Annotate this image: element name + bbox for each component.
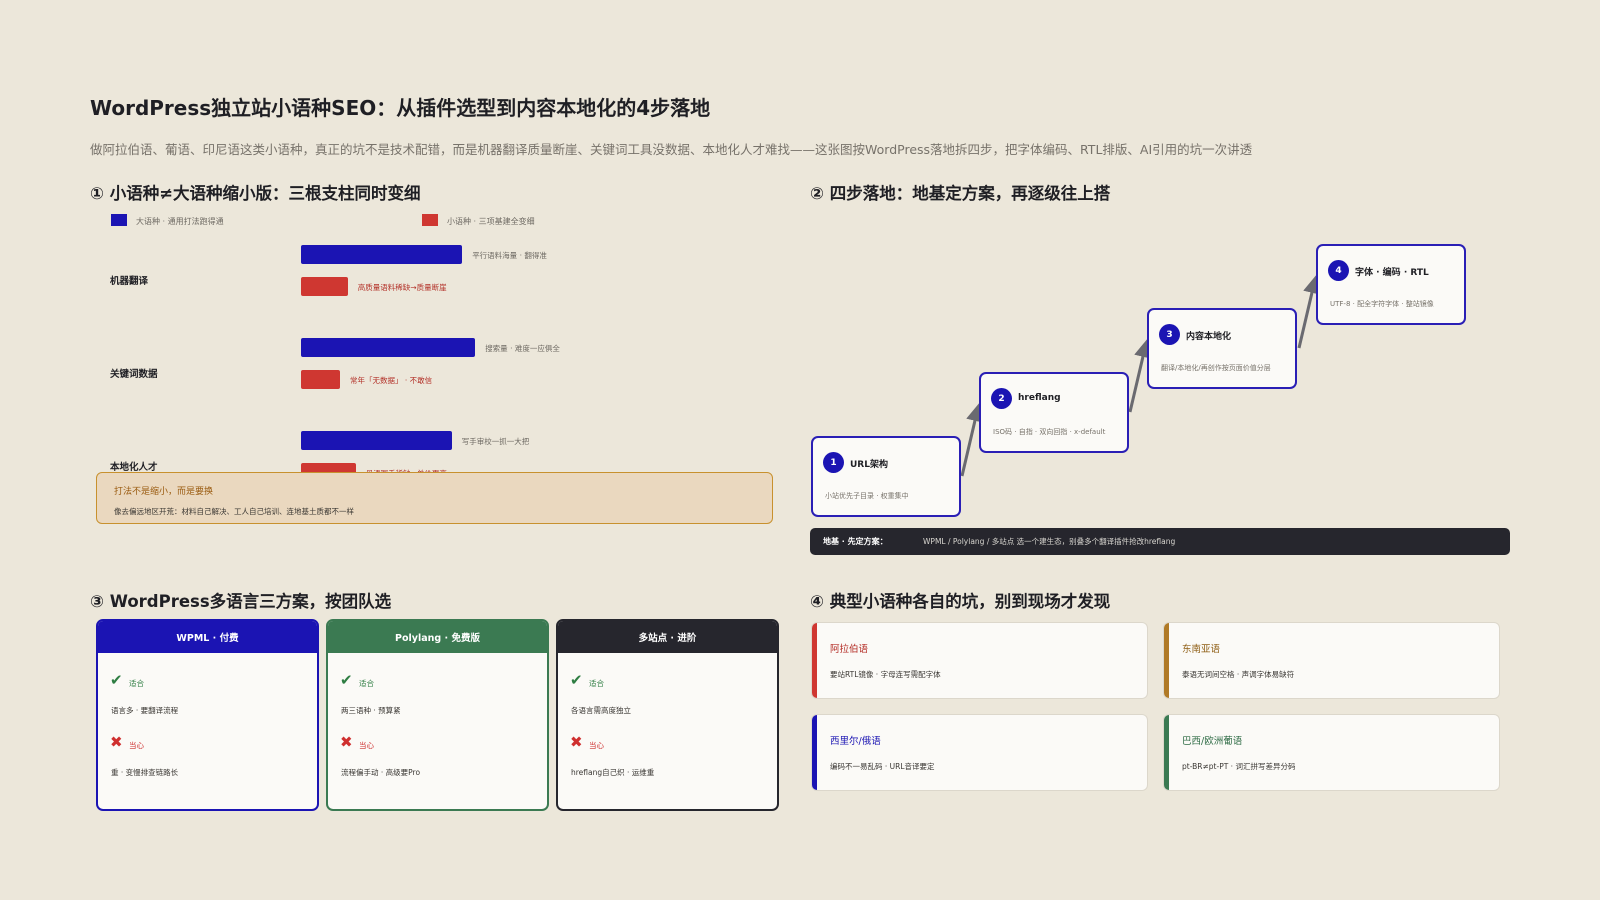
step-card-4: 4 字体 · 编码 · RTL UTF-8 · 配全字符字体 · 整站镜像: [1316, 244, 1466, 325]
pit-title: 西里尔/俄语: [830, 736, 881, 747]
connector-1-2: [960, 403, 984, 477]
step-title: 内容本地化: [1186, 332, 1232, 342]
caution-tag: 当心: [359, 741, 374, 750]
pit-desc: 要站RTL镜像 · 字母连写需配字体: [830, 670, 941, 679]
pit-stripe: [812, 715, 817, 790]
step-title: hreflang: [1018, 393, 1061, 403]
caution-text: 流程偏手动 · 高级要Pro: [341, 768, 421, 777]
step-title: 字体 · 编码 · RTL: [1355, 268, 1429, 278]
check-icon: ✔: [340, 671, 353, 689]
plan-header: 多站点 · 进阶: [558, 621, 777, 653]
fit-text: 语言多 · 要翻译流程: [111, 706, 179, 715]
step-number: 4: [1328, 260, 1349, 281]
step-number: 1: [823, 452, 844, 473]
pit-card-cyrillic: 西里尔/俄语 编码不一易乱码 · URL音译要定: [811, 714, 1148, 791]
pit-title: 巴西/欧洲葡语: [1182, 736, 1243, 747]
step-desc: ISO码 · 自指 · 双向回指 · x-default: [993, 428, 1106, 436]
fit-tag: 适合: [359, 679, 374, 688]
foundation-bar: 地基 · 先定方案： WPML / Polylang / 多站点 选一个建生态，…: [810, 528, 1510, 555]
step-card-2: 2 hreflang ISO码 · 自指 · 双向回指 · x-default: [979, 372, 1129, 453]
fit-tag: 适合: [129, 679, 144, 688]
pit-card-southeast-asian: 东南亚语 泰语无词间空格 · 声调字体易缺符: [1163, 622, 1500, 699]
foundation-text: WPML / Polylang / 多站点 选一个建生态，别叠多个翻译插件抢改h…: [923, 537, 1176, 546]
cross-icon: ✖: [340, 733, 353, 751]
check-icon: ✔: [110, 671, 123, 689]
section4-heading: ④ 典型小语种各自的坑，别到现场才发现: [810, 592, 1111, 611]
fit-text: 两三语种 · 预算紧: [341, 706, 401, 715]
pit-title: 阿拉伯语: [830, 644, 869, 655]
pit-title: 东南亚语: [1182, 644, 1221, 655]
pit-card-arabic: 阿拉伯语 要站RTL镜像 · 字母连写需配字体: [811, 622, 1148, 699]
caution-tag: 当心: [129, 741, 144, 750]
step-card-3: 3 内容本地化 翻译/本地化/再创作按页面价值分层: [1147, 308, 1297, 389]
step-desc: 翻译/本地化/再创作按页面价值分层: [1161, 364, 1271, 372]
cross-icon: ✖: [570, 733, 583, 751]
plan-header: Polylang · 免费版: [328, 621, 547, 653]
pit-card-portuguese: 巴西/欧洲葡语 pt-BR≠pt-PT · 词汇拼写差异分码: [1163, 714, 1500, 791]
pit-stripe: [1164, 715, 1169, 790]
step-card-1: 1 URL架构 小站优先子目录 · 权重集中: [811, 436, 961, 517]
pit-desc: pt-BR≠pt-PT · 词汇拼写差异分码: [1182, 762, 1296, 771]
caution-text: 重 · 变慢排查链路长: [111, 768, 179, 777]
connector-2-3: [1128, 339, 1152, 413]
pit-stripe: [1164, 623, 1169, 698]
step-title: URL架构: [850, 460, 888, 470]
check-icon: ✔: [570, 671, 583, 689]
step-number: 3: [1159, 324, 1180, 345]
foundation-label: 地基 · 先定方案：: [823, 537, 888, 546]
fit-text: 各语言需高度独立: [571, 706, 631, 715]
section3-heading: ③ WordPress多语言三方案，按团队选: [90, 592, 392, 611]
pit-stripe: [812, 623, 817, 698]
pit-desc: 泰语无词间空格 · 声调字体易缺符: [1182, 670, 1295, 679]
plan-card-polylang: Polylang · 免费版 ✔ 适合 两三语种 · 预算紧 ✖ 当心 流程偏手…: [326, 619, 549, 811]
step-desc: 小站优先子目录 · 权重集中: [825, 492, 909, 500]
step-number: 2: [991, 388, 1012, 409]
pit-desc: 编码不一易乱码 · URL音译要定: [830, 762, 935, 771]
caution-text: hreflang自己织 · 运维重: [571, 768, 655, 777]
step-desc: UTF-8 · 配全字符字体 · 整站镜像: [1330, 300, 1434, 308]
plan-card-multisite: 多站点 · 进阶 ✔ 适合 各语言需高度独立 ✖ 当心 hreflang自己织 …: [556, 619, 779, 811]
plan-header: WPML · 付费: [98, 621, 317, 653]
connector-3-4: [1297, 275, 1321, 349]
caution-tag: 当心: [589, 741, 604, 750]
plan-card-wpml: WPML · 付费 ✔ 适合 语言多 · 要翻译流程 ✖ 当心 重 · 变慢排查…: [96, 619, 319, 811]
cross-icon: ✖: [110, 733, 123, 751]
fit-tag: 适合: [589, 679, 604, 688]
